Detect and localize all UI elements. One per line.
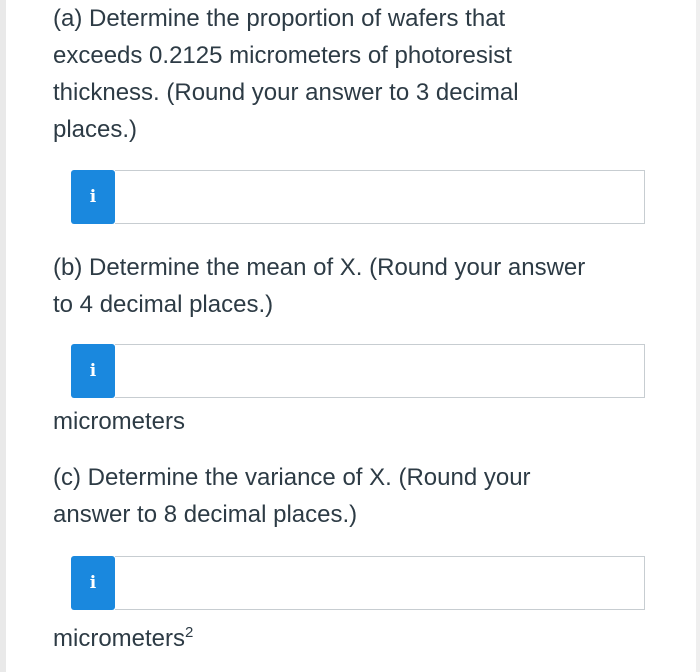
info-icon: i [89, 187, 97, 207]
answer-b-unit: micrometers [53, 408, 186, 435]
answer-c-unit-exponent: 2 [185, 624, 194, 641]
page-edge-left [0, 0, 6, 672]
question-c-line-1: (c) Determine the variance of X. (Round … [53, 464, 531, 491]
answer-c-unit-text: micrometers [53, 625, 186, 652]
answer-c-unit: micrometers2 [53, 618, 193, 654]
question-a: (a) Determine the proportion of wafers t… [53, 0, 673, 148]
question-b-line-2: to 4 decimal places.) [53, 291, 274, 318]
question-c-line-2: answer to 8 decimal places.) [53, 501, 358, 528]
answer-c-input[interactable] [115, 556, 645, 610]
question-b: (b) Determine the mean of X. (Round your… [53, 249, 673, 323]
question-a-line-4: places.) [53, 116, 138, 143]
page-edge-right [696, 0, 700, 672]
answer-b-row: i [71, 344, 645, 398]
answer-b-input[interactable] [115, 344, 645, 398]
answer-a-input[interactable] [115, 170, 645, 224]
question-a-line-3: thickness. (Round your answer to 3 decim… [53, 79, 519, 106]
answer-c-row: i [71, 556, 645, 610]
info-icon: i [89, 573, 97, 593]
info-icon: i [89, 361, 97, 381]
info-icon-button-c[interactable]: i [71, 556, 115, 610]
info-icon-button-a[interactable]: i [71, 170, 115, 224]
answer-a-row: i [71, 170, 645, 224]
question-c: (c) Determine the variance of X. (Round … [53, 459, 673, 533]
question-b-line-1: (b) Determine the mean of X. (Round your… [53, 254, 586, 281]
info-icon-button-b[interactable]: i [71, 344, 115, 398]
question-a-line-2: exceeds 0.2125 micrometers of photoresis… [53, 42, 512, 69]
question-a-line-1: (a) Determine the proportion of wafers t… [53, 5, 506, 32]
